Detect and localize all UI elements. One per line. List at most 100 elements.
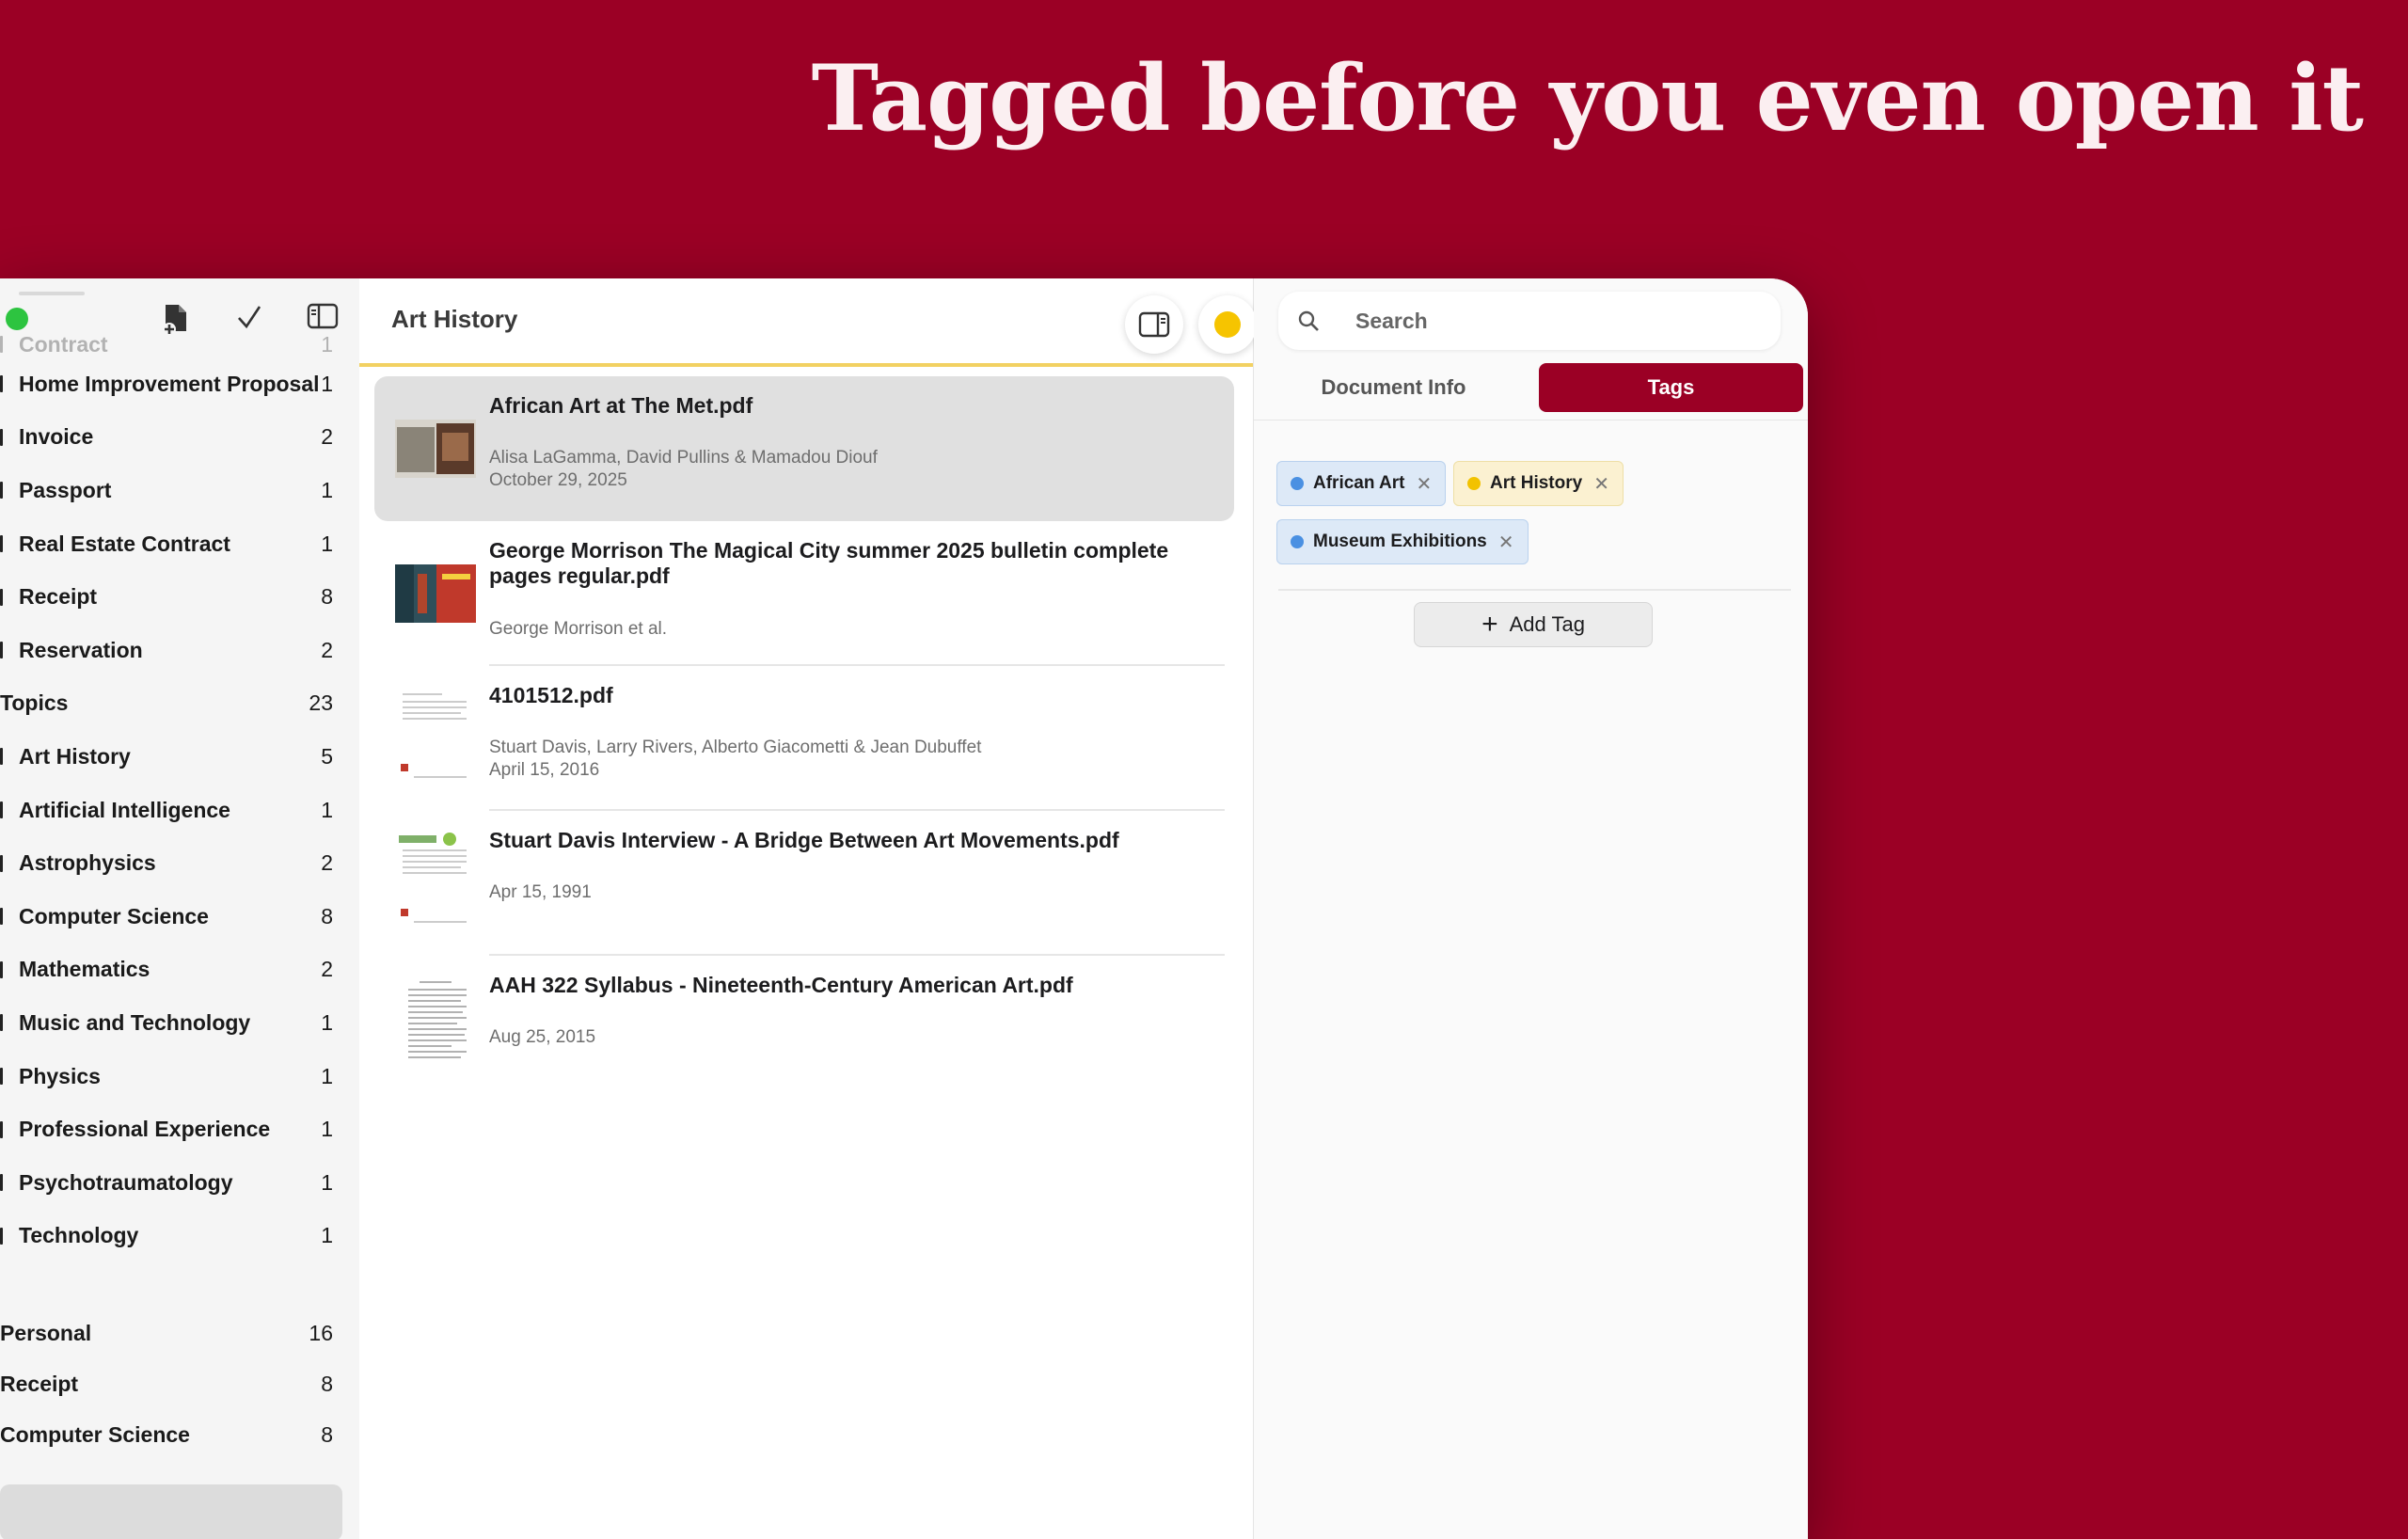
selected-sidebar-item[interactable] [0, 1484, 342, 1539]
sidebar-item-count: 8 [321, 584, 333, 610]
tag-label: African Art [1313, 473, 1405, 493]
sidebar-item-count: 1 [321, 371, 333, 396]
item-marker [0, 428, 3, 446]
sidebar-item-count: 23 [309, 690, 333, 716]
add-tag-label: Add Tag [1509, 612, 1585, 636]
sidebar-item-label: Physics [19, 1063, 101, 1088]
add-tag-button[interactable]: + Add Tag [1414, 602, 1653, 647]
document-title: 4101512.pdf [489, 683, 613, 707]
item-marker [0, 375, 3, 393]
sidebar-item-mathematics[interactable]: Mathematics 2 [0, 944, 359, 997]
sidebar-item-personal[interactable]: Personal 16 [0, 1308, 359, 1358]
sidebar-item-artificial-intelligence[interactable]: Artificial Intelligence 1 [0, 784, 359, 837]
sidebar-item-count: 1 [321, 1063, 333, 1088]
inspector-tabs: Document Info Tags [1254, 363, 1808, 416]
document-authors: Stuart Davis, Larry Rivers, Alberto Giac… [489, 738, 982, 757]
sidebar-item-computer-science[interactable]: Computer Science 8 [0, 1409, 359, 1460]
item-marker [0, 1068, 3, 1086]
sidebar-item-count: 1 [321, 531, 333, 556]
sidebar-item-real-estate-contract[interactable]: Real Estate Contract 1 [0, 517, 359, 571]
document-authors: Alisa LaGamma, David Pullins & Mamadou D… [489, 448, 878, 468]
sidebar-item-label: Real Estate Contract [19, 531, 230, 556]
sidebar-item-home-improvement-proposal[interactable]: Home Improvement Proposal 1 [0, 357, 359, 411]
window-control-dot[interactable] [6, 308, 28, 330]
sidebar-item-label: Home Improvement Proposal [19, 371, 320, 396]
document-row[interactable]: 4101512.pdf Stuart Davis, Larry Rivers, … [374, 666, 1234, 811]
sidebar-item-count: 1 [321, 331, 333, 357]
yellow-tag-dot [1214, 311, 1241, 338]
sidebar-item-label: Professional Experience [19, 1117, 271, 1142]
document-row[interactable]: AAH 322 Syllabus - Nineteenth-Century Am… [374, 956, 1234, 1101]
document-thumbnail [395, 420, 476, 478]
document-title: Stuart Davis Interview - A Bridge Betwee… [489, 828, 1119, 852]
tag-chip[interactable]: African Art ✕ [1276, 461, 1447, 506]
sidebar-toggle-icon[interactable] [307, 303, 339, 335]
document-row[interactable]: George Morrison The Magical City summer … [374, 521, 1234, 666]
sidebar-item-topics[interactable]: Topics 23 [0, 677, 359, 731]
sidebar-item-passport[interactable]: Passport 1 [0, 464, 359, 517]
inspector-icon [1138, 311, 1170, 338]
item-marker [0, 908, 3, 926]
item-marker [0, 748, 3, 766]
sidebar-item-label: Technology [19, 1223, 139, 1248]
sidebar-item-label: Psychotraumatology [19, 1169, 233, 1195]
item-marker [0, 482, 3, 500]
sidebar-item-count: 2 [321, 850, 333, 876]
sidebar-item-astrophysics[interactable]: Astrophysics 2 [0, 836, 359, 890]
document-row[interactable]: African Art at The Met.pdf Alisa LaGamma… [374, 376, 1234, 521]
tab-document-info[interactable]: Document Info [1254, 363, 1533, 412]
tab-tags[interactable]: Tags [1539, 363, 1803, 412]
page-title: Art History [391, 305, 518, 333]
search-field[interactable]: Search [1278, 292, 1781, 350]
sidebar-item-label: Computer Science [0, 1421, 190, 1447]
item-marker [0, 960, 3, 978]
sidebar-item-physics[interactable]: Physics 1 [0, 1050, 359, 1103]
sidebar-item-technology[interactable]: Technology 1 [0, 1210, 359, 1263]
document-date: October 29, 2025 [489, 470, 627, 490]
sidebar-item-invoice[interactable]: Invoice 2 [0, 411, 359, 465]
tag-chip[interactable]: Museum Exhibitions ✕ [1276, 519, 1529, 564]
sidebar-item-count: 1 [321, 477, 333, 502]
item-marker [0, 588, 3, 606]
remove-tag-icon[interactable]: ✕ [1498, 531, 1514, 554]
sidebar-item-label: Music and Technology [19, 1009, 251, 1035]
sidebar-item-psychotraumatology[interactable]: Psychotraumatology 1 [0, 1156, 359, 1210]
document-list: African Art at The Met.pdf Alisa LaGamma… [374, 376, 1234, 1101]
sidebar-item-receipt[interactable]: Receipt 8 [0, 1358, 359, 1409]
sidebar-item-label: Mathematics [19, 957, 150, 982]
sidebar-item-receipt[interactable]: Receipt 8 [0, 570, 359, 624]
sidebar-item-professional-experience[interactable]: Professional Experience 1 [0, 1103, 359, 1156]
sidebar-item-computer-science[interactable]: Computer Science 8 [0, 890, 359, 944]
sidebar-item-reservation[interactable]: Reservation 2 [0, 624, 359, 677]
inspector-toggle-button[interactable] [1125, 295, 1183, 354]
remove-tag-icon[interactable]: ✕ [1593, 472, 1609, 496]
tag-chip[interactable]: Art History ✕ [1453, 461, 1624, 506]
sidebar-item-music-and-technology[interactable]: Music and Technology 1 [0, 996, 359, 1050]
sidebar: Contract 1 Home Improvement Proposal 1 Inv… [0, 278, 360, 1539]
sidebar-item-label: Reservation [19, 637, 143, 662]
remove-tag-icon[interactable]: ✕ [1416, 472, 1432, 496]
sidebar-item-art-history[interactable]: Art History 5 [0, 730, 359, 784]
tag-color-dot [1291, 477, 1304, 490]
inspector-pane: Search Document Info Tags African Art ✕ … [1254, 278, 1808, 1539]
document-date: Apr 15, 1991 [489, 882, 592, 902]
document-title: AAH 322 Syllabus - Nineteenth-Century Am… [489, 973, 1073, 997]
sidebar-list: Contract 1 Home Improvement Proposal 1 Inv… [0, 331, 359, 1460]
document-date: Aug 25, 2015 [489, 1027, 596, 1047]
item-marker [0, 1174, 3, 1192]
search-placeholder: Search [1355, 308, 1428, 333]
sidebar-item-count: 8 [321, 1371, 333, 1396]
document-list-pane: Art History African Art at The Met.pdf A… [359, 278, 1257, 1539]
document-row[interactable]: Stuart Davis Interview - A Bridge Betwee… [374, 811, 1234, 956]
item-marker [0, 1227, 3, 1245]
item-marker [0, 801, 3, 819]
tag-color-button[interactable] [1198, 295, 1257, 354]
sidebar-item-count: 1 [321, 1169, 333, 1195]
sidebar-item-count: 1 [321, 1223, 333, 1248]
headline: Tagged before you even open it [811, 45, 2364, 151]
app-window: Contract 1 Home Improvement Proposal 1 Inv… [0, 278, 1808, 1539]
sidebar-item-label: Invoice [19, 424, 94, 450]
sidebar-item-count: 5 [321, 743, 333, 769]
sidebar-item-label: Computer Science [19, 903, 209, 928]
sidebar-item-contract[interactable]: Contract 1 [0, 331, 359, 357]
